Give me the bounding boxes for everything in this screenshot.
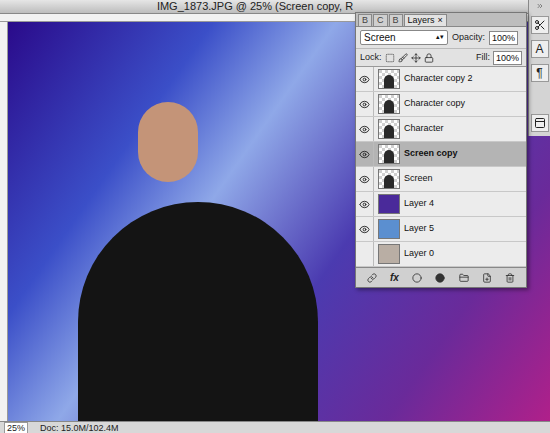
layer-row[interactable]: Layer 4 — [356, 192, 526, 217]
layer-thumbnail — [378, 94, 400, 114]
layer-list: Character copy 2Character copyCharacterS… — [356, 67, 526, 267]
blend-mode-select[interactable]: Screen▴▾ — [360, 30, 448, 45]
layers-panel: BCBLayers×Screen▴▾Opacity:100%Lock:Fill:… — [355, 12, 527, 288]
mask-icon[interactable] — [412, 273, 422, 283]
visibility-toggle[interactable] — [356, 192, 374, 216]
visibility-toggle[interactable] — [356, 217, 374, 241]
status-bar: 25% Doc: 15.0M/102.4M — [0, 421, 550, 433]
panel-footer: fx — [356, 267, 526, 287]
trash-icon[interactable] — [505, 273, 515, 283]
layer-row[interactable]: Character copy — [356, 92, 526, 117]
doc-size: Doc: 15.0M/102.4M — [40, 423, 119, 433]
layer-thumbnail — [378, 169, 400, 189]
eye-icon — [359, 224, 370, 235]
panel-tabs: BCBLayers× — [356, 13, 526, 27]
layer-row[interactable]: Character — [356, 117, 526, 142]
layer-thumbnail — [378, 69, 400, 89]
visibility-toggle[interactable] — [356, 67, 374, 91]
tool-button[interactable] — [531, 16, 549, 34]
visibility-toggle[interactable] — [356, 167, 374, 191]
panel-tab[interactable]: B — [358, 14, 372, 26]
tool-icon — [534, 19, 546, 31]
tool-button[interactable]: A — [531, 40, 549, 58]
collapse-icon[interactable] — [536, 2, 544, 10]
opacity-field[interactable]: 100% — [489, 31, 518, 45]
visibility-toggle[interactable] — [356, 117, 374, 141]
eye-icon — [359, 149, 370, 160]
layer-thumbnail — [378, 219, 400, 239]
tool-button[interactable] — [531, 114, 549, 132]
fx-button[interactable]: fx — [390, 270, 399, 285]
lock-pixels-icon[interactable] — [398, 53, 408, 63]
zoom-field[interactable]: 25% — [4, 422, 28, 433]
visibility-toggle[interactable] — [356, 92, 374, 116]
visibility-toggle[interactable] — [356, 242, 374, 266]
layer-thumbnail — [378, 119, 400, 139]
panel-icon — [534, 117, 546, 129]
layer-row[interactable]: Character copy 2 — [356, 67, 526, 92]
layer-row[interactable]: Layer 0 — [356, 242, 526, 267]
layer-row[interactable]: Screen copy — [356, 142, 526, 167]
layer-thumbnail — [378, 194, 400, 214]
close-tab[interactable]: × — [438, 16, 443, 25]
panel-tab[interactable]: B — [389, 14, 403, 26]
layer-thumbnail — [378, 244, 400, 264]
layer-row[interactable]: Screen — [356, 167, 526, 192]
layer-row[interactable]: Layer 5 — [356, 217, 526, 242]
lock-all-icon[interactable] — [424, 53, 434, 63]
fill-field[interactable]: 100% — [493, 51, 522, 65]
eye-icon — [359, 199, 370, 210]
tool-button[interactable]: ¶ — [531, 64, 549, 82]
link-icon[interactable] — [367, 273, 377, 283]
new-layer-icon[interactable] — [482, 273, 492, 283]
folder-icon[interactable] — [459, 273, 469, 283]
adjustment-icon[interactable] — [435, 273, 445, 283]
panel-tab[interactable]: Layers× — [404, 14, 447, 26]
eye-icon — [359, 124, 370, 135]
layer-thumbnail — [378, 144, 400, 164]
tool-strip: A¶ — [528, 0, 550, 136]
eye-icon — [359, 74, 370, 85]
photoshop-window: IMG_1873.JPG @ 25% (Screen copy, R25%Doc… — [0, 0, 550, 433]
eye-icon — [359, 174, 370, 185]
eye-icon — [359, 99, 370, 110]
panel-tab[interactable]: C — [373, 14, 388, 26]
lock-transparency-icon[interactable] — [385, 53, 395, 63]
visibility-toggle[interactable] — [356, 142, 374, 166]
left-ruler — [0, 22, 8, 421]
lock-position-icon[interactable] — [411, 53, 421, 63]
